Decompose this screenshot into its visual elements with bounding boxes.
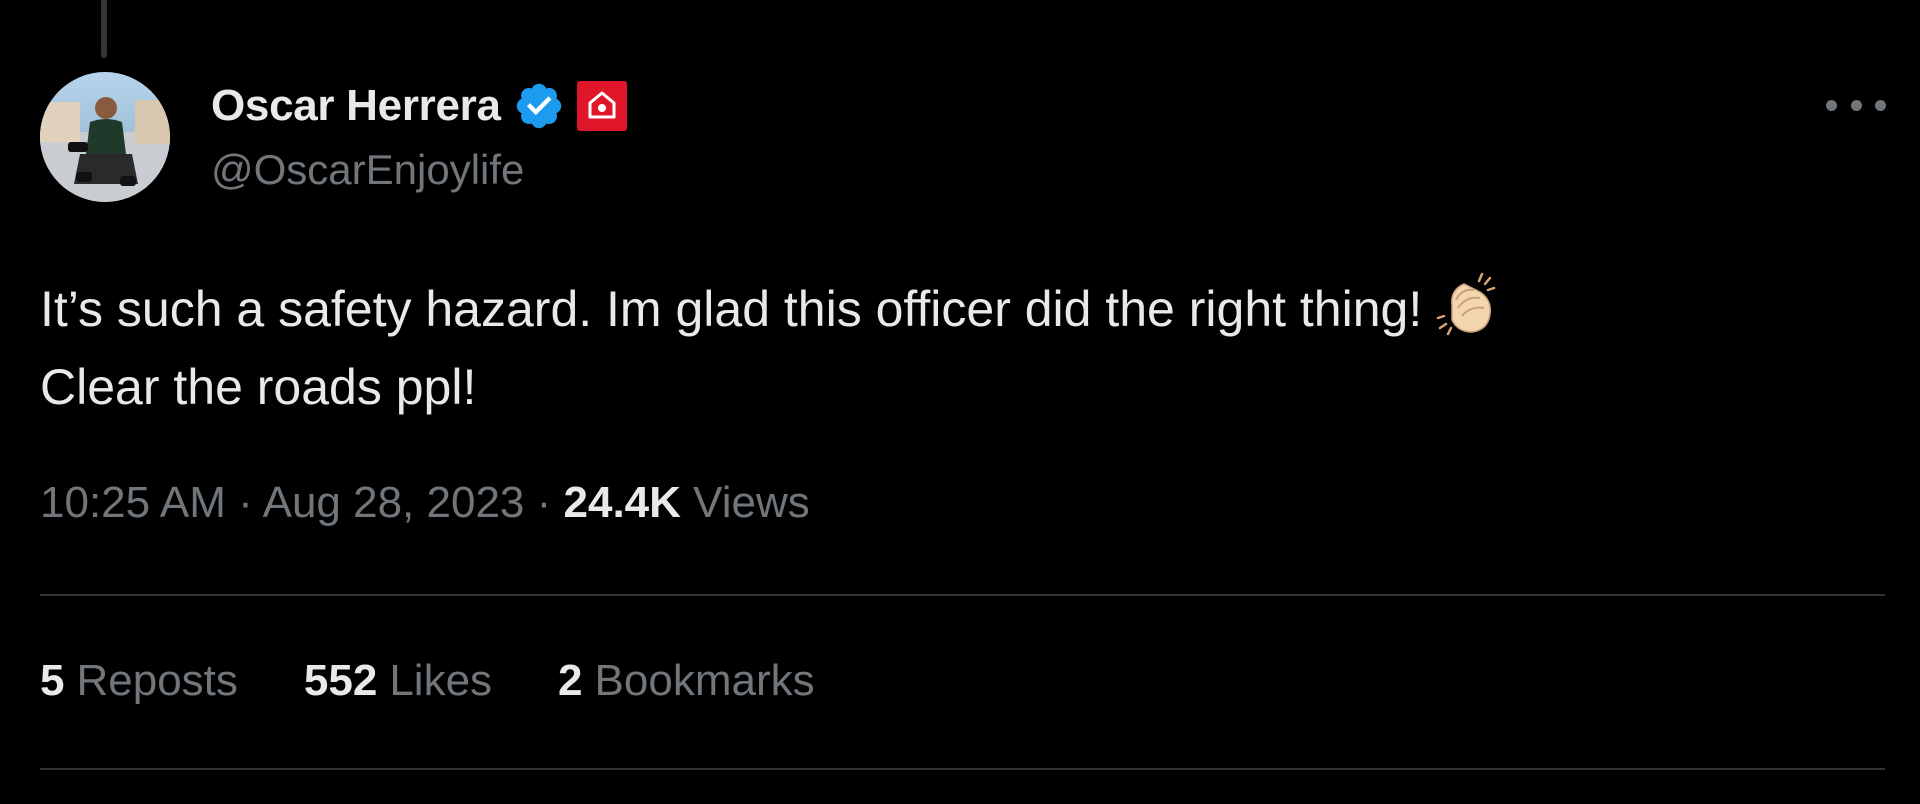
views-count: 24.4K — [563, 478, 681, 527]
author-name-row: Oscar Herrera — [211, 78, 627, 134]
verified-badge-icon[interactable] — [513, 80, 565, 132]
avatar-image — [40, 72, 170, 202]
more-dot — [1850, 99, 1862, 111]
tweet-text-line-1: It’s such a safety hazard. Im glad this … — [40, 281, 1423, 337]
tweet-date[interactable]: Aug 28, 2023 — [263, 478, 525, 527]
divider — [40, 768, 1885, 770]
meta-separator: · — [238, 478, 253, 527]
likes-label: Likes — [389, 656, 493, 705]
more-dot — [1875, 99, 1886, 111]
author-handle[interactable]: @OscarEnjoylife — [211, 146, 524, 194]
tweet-text-line: Clear the roads ppl! — [40, 348, 1860, 426]
tweet-meta-row: 10:25 AM · Aug 28, 2023 · 24.4K Views — [40, 478, 810, 528]
more-dot — [1826, 99, 1837, 111]
likes-stat[interactable]: 552 Likes — [304, 656, 492, 706]
author-display-name[interactable]: Oscar Herrera — [211, 81, 501, 131]
affiliate-badge-icon[interactable] — [576, 81, 627, 131]
bookmarks-stat[interactable]: 2 Bookmarks — [558, 656, 815, 706]
divider — [40, 594, 1885, 596]
tweet-text-line-2: Clear the roads ppl! — [40, 359, 477, 415]
reposts-label: Reposts — [76, 656, 238, 705]
more-options-icon[interactable] — [1826, 90, 1886, 120]
likes-count: 552 — [303, 656, 378, 705]
reposts-count: 5 — [40, 656, 65, 705]
clapping-hands-icon — [1436, 272, 1496, 336]
engagement-stats: 5 Reposts 552 Likes 2 Bookmarks — [40, 656, 815, 706]
tweet-text-line: It’s such a safety hazard. Im glad this … — [40, 270, 1860, 348]
views-label: Views — [693, 478, 810, 527]
bookmarks-label: Bookmarks — [594, 656, 815, 705]
thread-connector-line — [101, 0, 107, 58]
tweet-time[interactable]: 10:25 AM — [40, 478, 226, 527]
meta-separator: · — [536, 478, 552, 527]
reposts-stat[interactable]: 5 Reposts — [40, 656, 238, 706]
bookmarks-count: 2 — [558, 656, 583, 705]
avatar[interactable] — [40, 72, 170, 202]
tweet-text: It’s such a safety hazard. Im glad this … — [40, 270, 1860, 426]
